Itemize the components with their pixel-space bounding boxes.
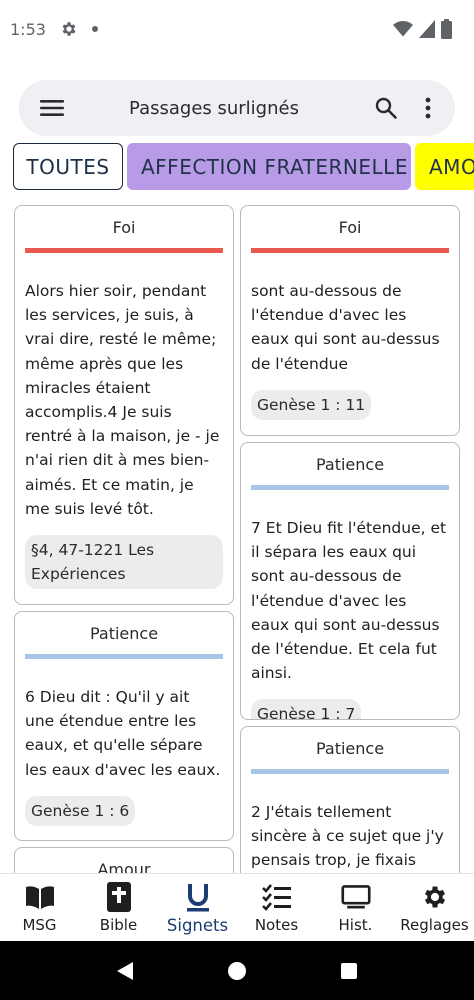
wifi-icon <box>393 21 413 37</box>
nav-reglages[interactable]: Reglages <box>395 874 474 941</box>
more-vertical-icon <box>425 97 431 119</box>
more-options-button[interactable] <box>411 91 445 125</box>
card-tag: Foi <box>338 218 362 237</box>
card-tag: Foi <box>112 218 136 237</box>
highlight-card[interactable]: Patience 2 J'étais tellement sincère à c… <box>240 726 460 873</box>
status-bar: 1:53 <box>0 0 474 58</box>
bottom-navigation: MSG Bible Signets Notes Hist. Reglages <box>0 873 474 941</box>
nav-msg[interactable]: MSG <box>0 874 79 941</box>
nav-label: Reglages <box>400 916 469 934</box>
card-text: 7 Et Dieu fit l'étendue, et il sépara le… <box>251 519 447 683</box>
gear-icon <box>424 886 445 908</box>
filter-chips: TOUTES AFFECTION FRATERNELLE AMOUR <box>13 143 474 191</box>
card-tag: Patience <box>315 455 385 474</box>
tag-color-bar <box>25 654 223 659</box>
hamburger-menu-icon <box>40 100 64 116</box>
recents-icon[interactable] <box>340 962 358 980</box>
card-text: sont au-dessous de l'étendue d'avec les … <box>251 282 440 373</box>
settings-status-icon <box>62 22 76 36</box>
battery-icon <box>441 19 452 39</box>
card-text: 6 Dieu dit : Qu'il y ait une étendue ent… <box>25 688 221 779</box>
bookmark-u-icon <box>186 884 209 912</box>
highlights-grid: Foi Alors hier soir, pendant les service… <box>14 205 460 873</box>
home-icon[interactable] <box>227 961 247 981</box>
card-reference[interactable]: §4, 47-1221 Les Expériences <box>25 535 223 590</box>
card-tag: Patience <box>89 624 159 643</box>
open-book-icon <box>25 886 54 909</box>
nav-label: Notes <box>254 916 299 934</box>
nav-label: Hist. <box>338 916 373 934</box>
nav-notes[interactable]: Notes <box>237 874 316 941</box>
back-icon[interactable] <box>116 961 134 981</box>
nav-hist[interactable]: Hist. <box>316 874 395 941</box>
status-time: 1:53 <box>10 19 46 39</box>
chip-toutes[interactable]: TOUTES <box>13 143 123 190</box>
system-navigation-bar <box>0 941 474 1000</box>
card-tag: Amour <box>97 860 151 873</box>
nav-signets[interactable]: Signets <box>158 874 237 941</box>
nav-label: Signets <box>166 916 229 935</box>
highlight-card[interactable]: Amour <box>14 847 234 873</box>
highlight-card[interactable]: Patience 7 Et Dieu fit l'étendue, et il … <box>240 442 460 720</box>
highlight-card[interactable]: Patience 6 Dieu dit : Qu'il y ait une ét… <box>14 611 234 841</box>
highlight-card[interactable]: Foi sont au-dessous de l'étendue d'avec … <box>240 205 460 436</box>
nav-bible[interactable]: Bible <box>79 874 158 941</box>
search-icon <box>375 97 397 119</box>
card-text: 2 J'étais tellement sincère à ce sujet q… <box>251 803 444 870</box>
tag-color-bar <box>251 485 449 490</box>
tag-color-bar <box>25 248 223 253</box>
chip-amour[interactable]: AMOUR <box>415 143 474 190</box>
tag-color-bar <box>251 769 449 774</box>
card-reference[interactable]: Genèse 1 : 7 <box>251 699 362 719</box>
nav-label: Bible <box>99 916 138 934</box>
checklist-icon <box>261 884 291 911</box>
bible-icon <box>106 882 131 912</box>
card-tag: Patience <box>315 739 385 758</box>
status-indicators <box>393 19 452 39</box>
card-reference[interactable]: Genèse 1 : 6 <box>25 795 136 826</box>
tag-color-bar <box>251 248 449 253</box>
screen: 1:53 Passages surlignés TOUTES AFFECTION… <box>0 0 474 1000</box>
monitor-icon <box>340 885 371 909</box>
menu-button[interactable] <box>35 91 69 125</box>
search-button[interactable] <box>369 91 403 125</box>
highlight-card[interactable]: Foi Alors hier soir, pendant les service… <box>14 205 234 605</box>
notification-dot-icon <box>91 26 98 32</box>
card-reference[interactable]: Genèse 1 : 11 <box>251 389 372 420</box>
app-bar: Passages surlignés <box>19 80 455 136</box>
signal-icon <box>419 20 435 38</box>
nav-label: MSG <box>22 916 57 934</box>
chip-affection-fraternelle[interactable]: AFFECTION FRATERNELLE <box>127 143 411 190</box>
page-title: Passages surlignés <box>129 97 299 119</box>
card-text: Alors hier soir, pendant les services, j… <box>25 282 220 518</box>
